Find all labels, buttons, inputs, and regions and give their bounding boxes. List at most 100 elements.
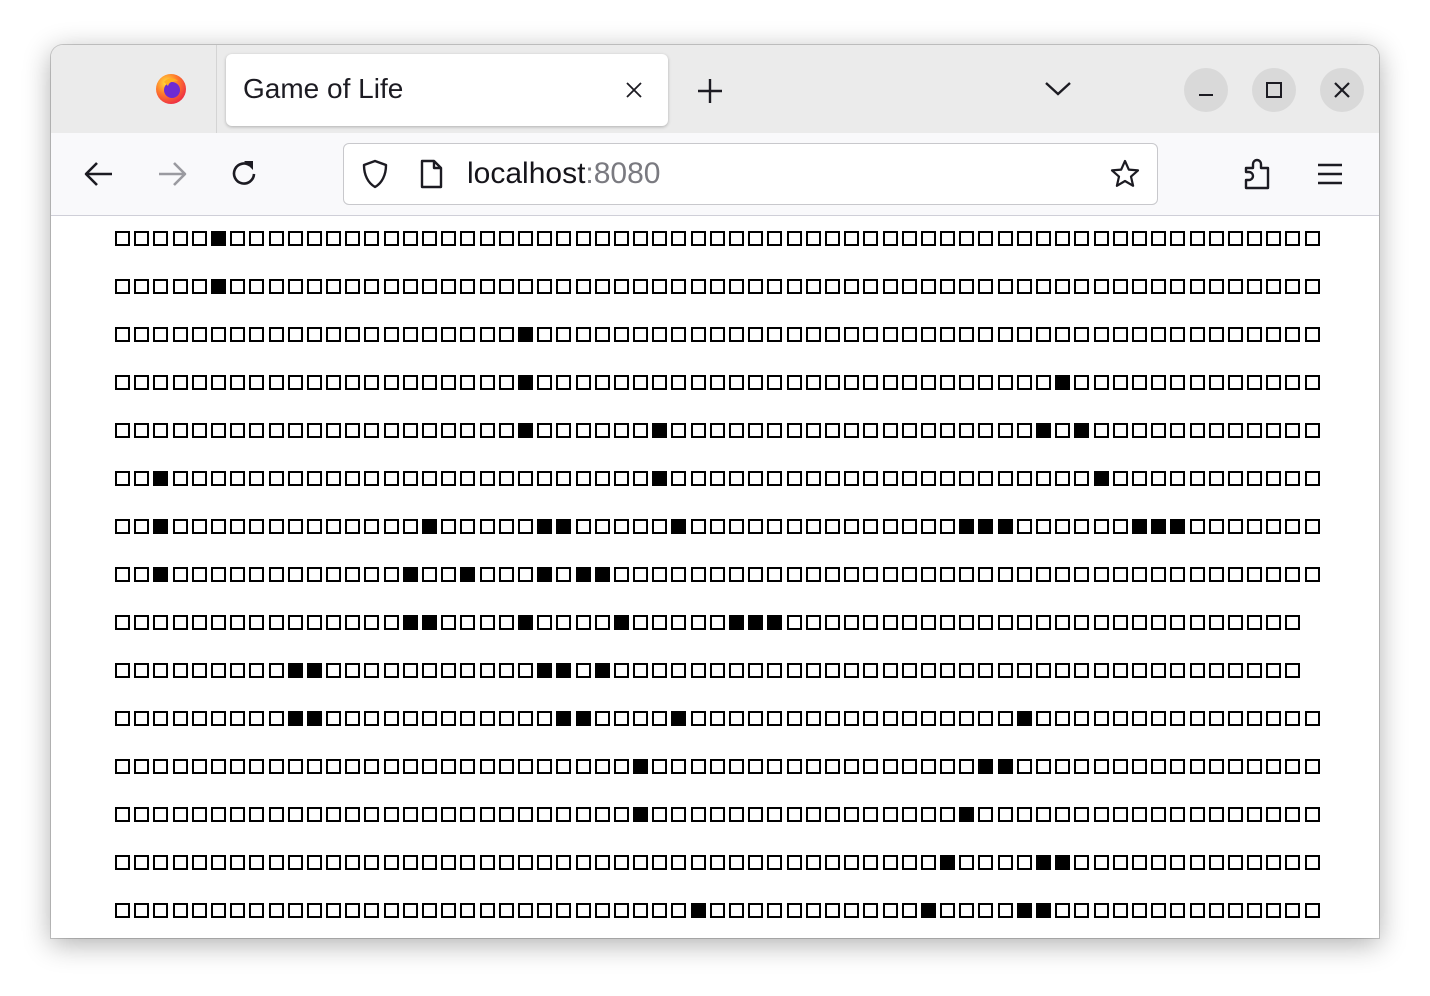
dead-cell (1016, 519, 1032, 534)
dead-cell (115, 855, 130, 870)
dead-cell (920, 567, 936, 582)
dead-cell (997, 903, 1013, 918)
dead-cell (1112, 615, 1128, 630)
dead-cell (210, 567, 226, 582)
dead-cell (268, 471, 284, 486)
reload-icon[interactable] (226, 156, 262, 192)
dead-cell (594, 615, 610, 630)
board-row (115, 709, 1324, 728)
dead-cell (364, 231, 380, 246)
dead-cell (230, 615, 246, 630)
minimize-button[interactable] (1184, 68, 1228, 112)
dead-cell (767, 807, 783, 822)
extensions-icon[interactable] (1240, 156, 1276, 192)
browser-window: Game of Life localhost:8080 (51, 45, 1379, 938)
dead-cell (1189, 471, 1205, 486)
tab-game-of-life[interactable]: Game of Life (226, 54, 668, 126)
url-bar[interactable]: localhost:8080 (343, 143, 1158, 205)
dead-cell (1055, 519, 1071, 534)
dead-cell (249, 375, 265, 390)
dead-cell (1093, 759, 1109, 774)
back-arrow-icon[interactable] (81, 156, 117, 192)
dead-cell (729, 471, 744, 486)
alive-cell (537, 663, 553, 678)
dead-cell (460, 423, 476, 438)
dead-cell (901, 903, 917, 918)
alive-cell (978, 759, 994, 774)
dead-cell (1112, 903, 1128, 918)
dead-cell (364, 759, 380, 774)
dead-cell (748, 663, 764, 678)
dead-cell (1304, 519, 1320, 534)
dead-cell (594, 423, 610, 438)
dead-cell (1170, 807, 1186, 822)
dead-cell (671, 807, 687, 822)
dead-cell (882, 375, 898, 390)
dead-cell (1170, 423, 1186, 438)
dead-cell (805, 471, 821, 486)
dead-cell (978, 375, 994, 390)
dead-cell (729, 423, 744, 438)
dead-cell (844, 567, 860, 582)
dead-cell (767, 471, 783, 486)
dead-cell (210, 855, 226, 870)
dead-cell (1074, 471, 1090, 486)
dead-cell (805, 615, 821, 630)
dead-cell (997, 327, 1013, 342)
alive-cell (402, 567, 418, 582)
dead-cell (1285, 423, 1301, 438)
dead-cell (345, 375, 361, 390)
dead-cell (690, 519, 706, 534)
dead-cell (383, 615, 399, 630)
dead-cell (1227, 471, 1243, 486)
alive-cell (306, 711, 322, 726)
dead-cell (422, 663, 437, 678)
plus-icon[interactable] (695, 76, 725, 106)
dead-cell (1227, 231, 1243, 246)
dead-cell (997, 231, 1013, 246)
dead-cell (498, 615, 514, 630)
dead-cell (709, 663, 725, 678)
dead-cell (1170, 231, 1186, 246)
dead-cell (824, 327, 840, 342)
dead-cell (1208, 855, 1224, 870)
dead-cell (172, 519, 188, 534)
close-window-button[interactable] (1320, 68, 1364, 112)
board-row (115, 325, 1324, 344)
dead-cell (326, 855, 342, 870)
maximize-button[interactable] (1252, 68, 1296, 112)
dead-cell (517, 519, 533, 534)
url-text: localhost:8080 (467, 157, 660, 191)
dead-cell (1036, 471, 1051, 486)
dead-cell (537, 711, 553, 726)
dead-cell (537, 423, 553, 438)
dead-cell (287, 279, 303, 294)
alive-cell (1151, 519, 1167, 534)
shield-icon[interactable] (359, 158, 391, 190)
dead-cell (326, 279, 342, 294)
dead-cell (882, 711, 898, 726)
dead-cell (786, 519, 802, 534)
dead-cell (1055, 423, 1071, 438)
alive-cell (1036, 855, 1051, 870)
dead-cell (441, 663, 457, 678)
firefox-logo-icon[interactable] (155, 73, 187, 105)
dead-cell (786, 567, 802, 582)
dead-cell (901, 807, 917, 822)
close-icon[interactable] (623, 79, 645, 101)
dead-cell (652, 231, 668, 246)
star-icon[interactable] (1109, 158, 1141, 190)
forward-arrow-icon[interactable] (154, 156, 190, 192)
dead-cell (882, 471, 898, 486)
dead-cell (901, 471, 917, 486)
dead-cell (402, 519, 418, 534)
chevron-down-icon[interactable] (1043, 78, 1073, 100)
dead-cell (191, 855, 207, 870)
dead-cell (402, 663, 418, 678)
menu-icon[interactable] (1312, 156, 1348, 192)
dead-cell (863, 567, 879, 582)
dead-cell (786, 903, 802, 918)
dead-cell (268, 375, 284, 390)
dead-cell (863, 807, 879, 822)
dead-cell (671, 567, 687, 582)
